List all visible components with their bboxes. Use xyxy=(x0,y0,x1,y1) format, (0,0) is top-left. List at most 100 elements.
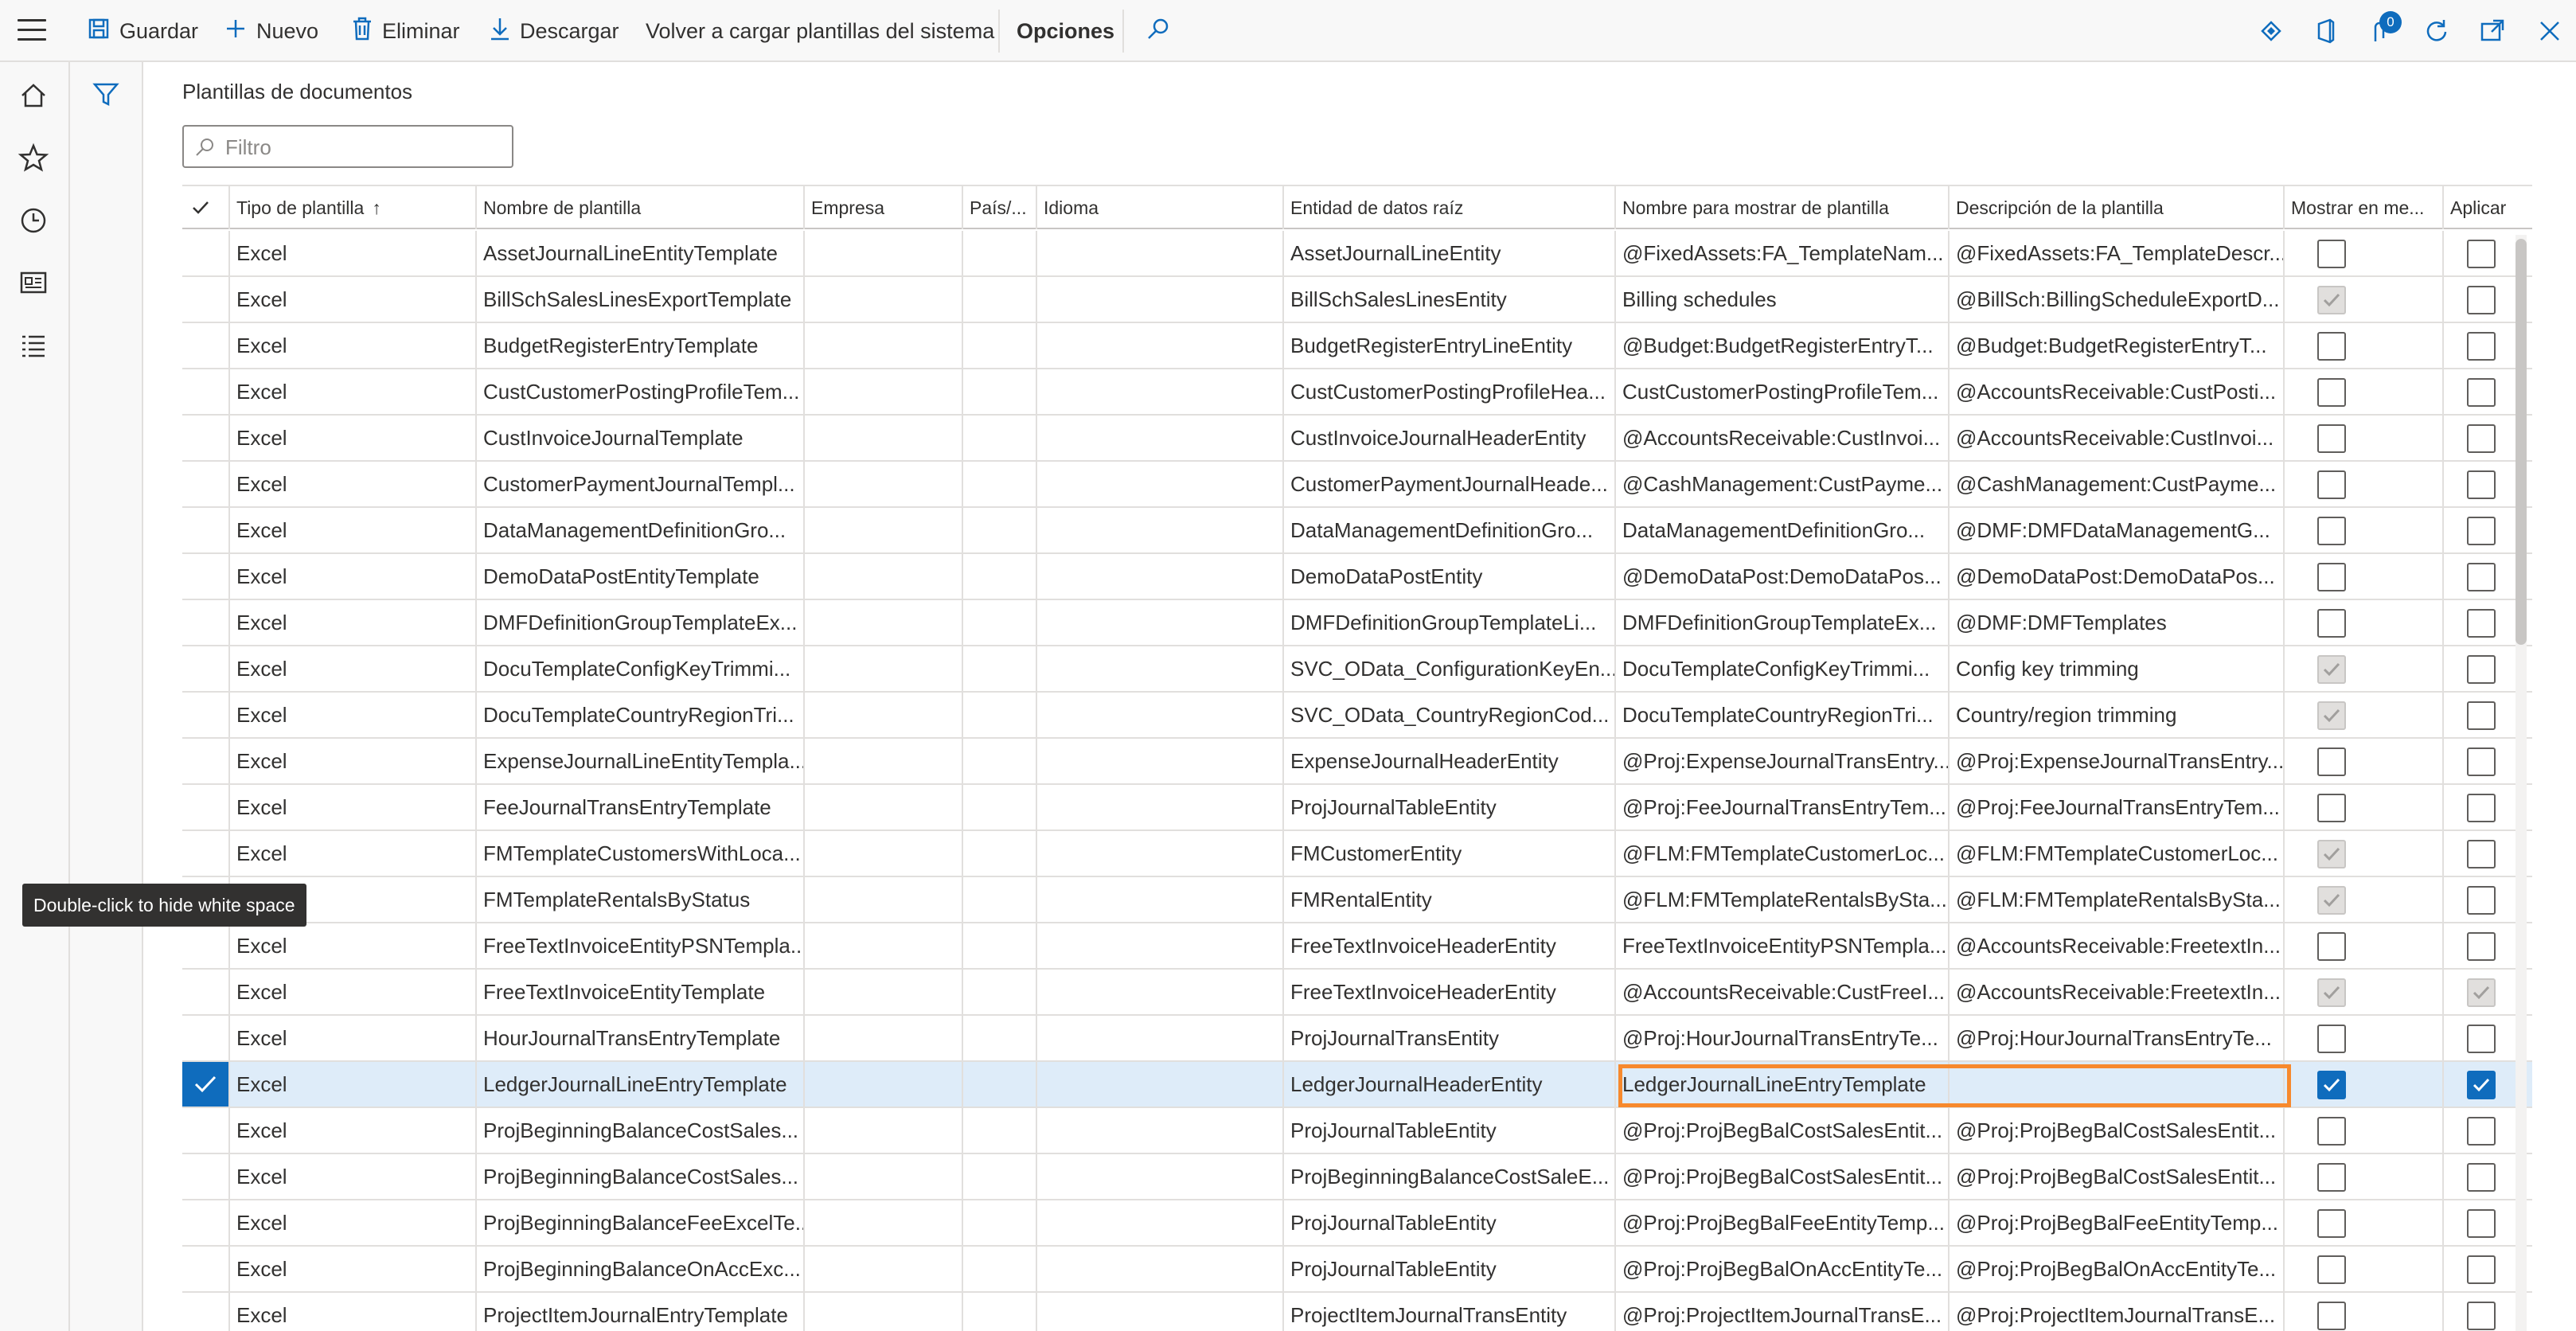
cell-empresa[interactable] xyxy=(803,508,962,552)
cell-mostrar[interactable]: DMFDefinitionGroupTemplateEx... xyxy=(1614,600,1948,645)
cell-nombre[interactable]: FreeTextInvoiceEntityTemplate xyxy=(475,970,803,1014)
row-selector[interactable] xyxy=(182,1200,228,1245)
cell-idioma[interactable] xyxy=(1036,785,1282,829)
cell-idioma[interactable] xyxy=(1036,739,1282,783)
cell-pais[interactable] xyxy=(962,1062,1036,1107)
menu-checkbox[interactable] xyxy=(2317,563,2346,591)
cell-tipo[interactable]: Excel xyxy=(228,1016,475,1060)
cell-idioma[interactable] xyxy=(1036,1154,1282,1199)
table-row[interactable]: Excel FMTemplateCustomersWithLoca... FMCus… xyxy=(182,831,2532,877)
table-row[interactable]: Excel BillSchSalesLinesExportTemplate Bill… xyxy=(182,277,2532,323)
cell-entidad[interactable]: ProjBeginningBalanceCostSaleE... xyxy=(1282,1154,1614,1199)
cell-empresa[interactable] xyxy=(803,416,962,460)
cell-mostrar[interactable]: CustCustomerPostingProfileTem... xyxy=(1614,369,1948,414)
cell-nombre[interactable]: BillSchSalesLinesExportTemplate xyxy=(475,277,803,322)
cell-desc[interactable]: @AccountsReceivable:CustInvoi... xyxy=(1948,416,2283,460)
cell-pais[interactable] xyxy=(962,369,1036,414)
office-icon[interactable] xyxy=(2311,16,2341,46)
cell-tipo[interactable]: Excel xyxy=(228,1062,475,1107)
cell-empresa[interactable] xyxy=(803,1016,962,1060)
cell-empresa[interactable] xyxy=(803,277,962,322)
cell-mostrar[interactable]: DocuTemplateCountryRegionTri... xyxy=(1614,693,1948,737)
cell-desc[interactable]: @Proj:FeeJournalTransEntryTem... xyxy=(1948,785,2283,829)
favorites-star-icon[interactable] xyxy=(16,141,51,176)
row-selector[interactable] xyxy=(182,831,228,876)
cell-pais[interactable] xyxy=(962,1154,1036,1199)
column-header-mostrar-menu[interactable]: Mostrar en me... xyxy=(2283,186,2442,229)
cell-desc[interactable]: @Proj:ProjBegBalFeeEntityTemp... xyxy=(1948,1200,2283,1245)
menu-checkbox[interactable] xyxy=(2317,1117,2346,1146)
cell-pais[interactable] xyxy=(962,1200,1036,1245)
menu-checkbox[interactable] xyxy=(2317,932,2346,961)
cell-mostrar[interactable]: DocuTemplateConfigKeyTrimmi... xyxy=(1614,646,1948,691)
cell-idioma[interactable] xyxy=(1036,923,1282,968)
table-row[interactable]: Excel BudgetRegisterEntryTemplate BudgetRe… xyxy=(182,323,2532,369)
cell-desc[interactable]: @DMF:DMFDataManagementG... xyxy=(1948,508,2283,552)
column-header-entidad[interactable]: Entidad de datos raíz xyxy=(1282,186,1614,229)
table-row[interactable]: Excel FeeJournalTransEntryTemplate ProjJou… xyxy=(182,785,2532,831)
workspaces-icon[interactable] xyxy=(16,265,51,300)
close-icon[interactable] xyxy=(2535,16,2565,46)
cell-pais[interactable] xyxy=(962,1247,1036,1291)
aplicar-checkbox[interactable] xyxy=(2467,886,2496,915)
aplicar-checkbox[interactable] xyxy=(2467,1255,2496,1284)
cell-nombre[interactable]: BudgetRegisterEntryTemplate xyxy=(475,323,803,368)
cell-idioma[interactable] xyxy=(1036,831,1282,876)
table-row[interactable]: Excel AssetJournalLineEntityTemplate Asset… xyxy=(182,231,2532,277)
cell-idioma[interactable] xyxy=(1036,554,1282,599)
cell-entidad[interactable]: FreeTextInvoiceHeaderEntity xyxy=(1282,970,1614,1014)
menu-checkbox[interactable] xyxy=(2317,1302,2346,1330)
cell-tipo[interactable]: Excel xyxy=(228,323,475,368)
cell-pais[interactable] xyxy=(962,277,1036,322)
cell-entidad[interactable]: ProjJournalTableEntity xyxy=(1282,1247,1614,1291)
aplicar-checkbox[interactable] xyxy=(2467,1163,2496,1192)
menu-checkbox[interactable] xyxy=(2317,1255,2346,1284)
table-row[interactable]: Excel FreeTextInvoiceEntityTemplate FreeTe… xyxy=(182,970,2532,1016)
cell-idioma[interactable] xyxy=(1036,1200,1282,1245)
aplicar-checkbox[interactable] xyxy=(2467,1302,2496,1330)
row-selector[interactable] xyxy=(182,1247,228,1291)
cell-nombre[interactable]: CustCustomerPostingProfileTem... xyxy=(475,369,803,414)
cell-pais[interactable] xyxy=(962,1016,1036,1060)
cell-desc[interactable]: Country/region trimming xyxy=(1948,693,2283,737)
options-tab[interactable]: Opciones xyxy=(1017,0,1114,62)
cell-tipo[interactable]: Excel xyxy=(228,1108,475,1153)
column-header-nombre[interactable]: Nombre de plantilla xyxy=(475,186,803,229)
cell-nombre[interactable]: DocuTemplateCountryRegionTri... xyxy=(475,693,803,737)
cell-empresa[interactable] xyxy=(803,831,962,876)
cell-desc[interactable]: @AccountsReceivable:CustPosti... xyxy=(1948,369,2283,414)
cell-idioma[interactable] xyxy=(1036,1247,1282,1291)
cell-desc[interactable]: @Proj:ExpenseJournalTransEntry... xyxy=(1948,739,2283,783)
cell-nombre[interactable]: ProjBeginningBalanceCostSales... xyxy=(475,1108,803,1153)
cell-entidad[interactable]: CustomerPaymentJournalHeade... xyxy=(1282,462,1614,506)
cell-mostrar[interactable]: @AccountsReceivable:CustInvoi... xyxy=(1614,416,1948,460)
cell-nombre[interactable]: FreeTextInvoiceEntityPSNTempla... xyxy=(475,923,803,968)
cell-empresa[interactable] xyxy=(803,1108,962,1153)
cell-entidad[interactable]: SVC_OData_ConfigurationKeyEn... xyxy=(1282,646,1614,691)
cell-empresa[interactable] xyxy=(803,923,962,968)
cell-nombre[interactable]: CustInvoiceJournalTemplate xyxy=(475,416,803,460)
row-selector[interactable] xyxy=(182,739,228,783)
cell-idioma[interactable] xyxy=(1036,1293,1282,1331)
table-row[interactable]: Excel DocuTemplateConfigKeyTrimmi... SVC_O… xyxy=(182,646,2532,693)
cell-idioma[interactable] xyxy=(1036,600,1282,645)
cell-desc[interactable]: @FLM:FMTemplateRentalsBySta... xyxy=(1948,877,2283,922)
cell-entidad[interactable]: DMFDefinitionGroupTemplateLi... xyxy=(1282,600,1614,645)
cell-entidad[interactable]: ProjJournalTransEntity xyxy=(1282,1016,1614,1060)
column-header-empresa[interactable]: Empresa xyxy=(803,186,962,229)
row-selector[interactable] xyxy=(182,508,228,552)
cell-pais[interactable] xyxy=(962,416,1036,460)
cell-pais[interactable] xyxy=(962,231,1036,275)
download-button[interactable]: Descargar xyxy=(490,0,619,62)
row-selector[interactable] xyxy=(182,600,228,645)
cell-nombre[interactable]: FeeJournalTransEntryTemplate xyxy=(475,785,803,829)
cell-entidad[interactable]: BillSchSalesLinesEntity xyxy=(1282,277,1614,322)
menu-checkbox[interactable] xyxy=(2317,378,2346,407)
cell-nombre[interactable]: DataManagementDefinitionGro... xyxy=(475,508,803,552)
cell-empresa[interactable] xyxy=(803,1154,962,1199)
table-row[interactable]: Excel ProjBeginningBalanceCostSales... Pro… xyxy=(182,1154,2532,1200)
hamburger-menu-icon[interactable] xyxy=(18,19,46,41)
cell-idioma[interactable] xyxy=(1036,970,1282,1014)
cell-idioma[interactable] xyxy=(1036,369,1282,414)
cell-desc[interactable]: @FLM:FMTemplateCustomerLoc... xyxy=(1948,831,2283,876)
